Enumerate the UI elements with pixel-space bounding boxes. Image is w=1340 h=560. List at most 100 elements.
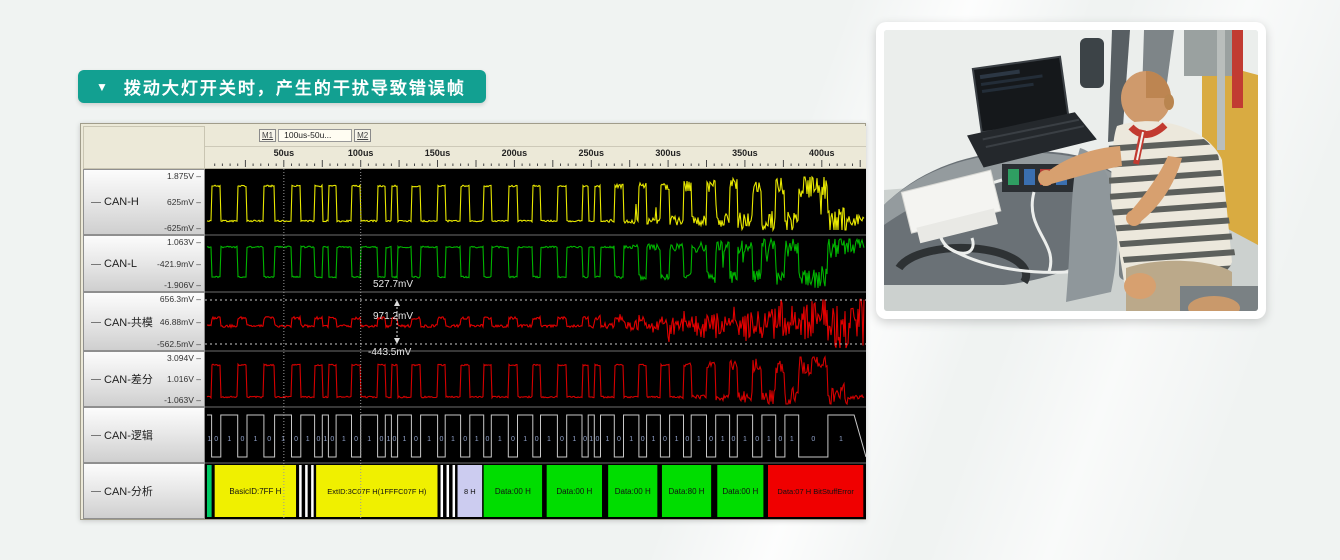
frame-field-label: Data:00 H [722, 487, 758, 496]
channel-row-0[interactable]: CAN-H1.875V –625mV –-625mV – [83, 169, 205, 235]
voltage-label: -1.063V – [164, 395, 201, 405]
logic-bit-label: 0 [685, 436, 689, 443]
logic-bit-label: 0 [755, 436, 759, 443]
channel-name: CAN-L [104, 258, 137, 270]
channel-name: CAN-差分 [104, 371, 153, 387]
logic-bit-label: 1 [403, 436, 407, 443]
logic-bit-label: 0 [583, 436, 587, 443]
channel-name: CAN-逻辑 [104, 427, 153, 443]
logic-bit-label: 1 [498, 436, 502, 443]
logic-bit-label: 0 [463, 436, 467, 443]
marker-m2-button[interactable]: M2 [354, 129, 371, 142]
logic-bit-label: 1 [697, 436, 701, 443]
channel-row-5[interactable]: CAN-分析 [83, 463, 205, 519]
logic-bit-label: 1 [427, 436, 431, 443]
voltage-label: 625mV – [167, 197, 201, 207]
stuff-bit-stripe [447, 465, 450, 517]
channel-row-3[interactable]: CAN-差分3.094V –1.016V –-1.063V – [83, 351, 205, 407]
logic-bit-label: 1 [306, 436, 310, 443]
logic-bit-label: 1 [721, 436, 725, 443]
logic-bit-label: 1 [652, 436, 656, 443]
logic-bit-label: 0 [294, 436, 298, 443]
logic-bit-label: 0 [663, 436, 667, 443]
cursor-range-display[interactable]: 100us-50u... [278, 129, 352, 142]
ruler-label: 350us [732, 148, 758, 158]
channel-rows-container: CAN-H1.875V –625mV –-625mV –CAN-L1.063V … [83, 169, 205, 519]
waveform-canvas: 1010101010101010101010101010101010101010… [205, 169, 866, 519]
logic-bit-label: 1 [743, 436, 747, 443]
logic-bit-label: 1 [207, 436, 211, 443]
arrow-down-icon [394, 338, 400, 344]
marker-m1-button[interactable]: M1 [259, 129, 276, 142]
frame-field-label: Data:80 H [669, 487, 705, 496]
rear-view-mirror [1080, 38, 1104, 88]
waveform-plot[interactable]: 1010101010101010101010101010101010101010… [205, 169, 866, 519]
logic-bit-label: 1 [367, 436, 371, 443]
voltage-label: -1.906V – [164, 280, 201, 290]
frame-field-label: Data:07 H BitStuffError [777, 487, 854, 496]
ruler-label: 400us [809, 148, 835, 158]
photo-engineer-in-truck-cab [876, 22, 1266, 319]
ruler-label: 250us [578, 148, 604, 158]
can-cm-waveform [207, 299, 864, 348]
channel-row-2[interactable]: CAN-共模656.3mV –46.88mV –-562.5mV – [83, 292, 205, 351]
logic-bit-label: 1 [523, 436, 527, 443]
logic-bit-label: 0 [330, 436, 334, 443]
can-l-waveform [207, 239, 864, 288]
cursor-delta-value: 971.2mV [373, 311, 413, 322]
can-h-waveform [207, 177, 864, 230]
arrow-up-icon [394, 300, 400, 306]
logic-bit-label: 0 [393, 436, 397, 443]
logic-bit-label: 1 [475, 436, 479, 443]
logic-bit-label: 0 [731, 436, 735, 443]
logic-bit-label: 0 [595, 436, 599, 443]
caption-text: 拨动大灯开关时，产生的干扰导致错误帧 [124, 74, 466, 99]
logic-bit-label: 1 [790, 436, 794, 443]
logic-bit-label: 1 [323, 436, 327, 443]
logic-bit-label: 0 [240, 436, 244, 443]
stuff-bit-stripe [299, 465, 302, 517]
channel-row-1[interactable]: CAN-L1.063V –-421.9mV –-1.906V – [83, 235, 205, 292]
time-ruler[interactable]: 50us100us150us200us250us300us350us400us [205, 147, 866, 169]
logic-bit-label: 0 [439, 436, 443, 443]
cursor-toolbar: M1 100us-50u... M2 [205, 126, 866, 147]
logic-bit-label: 1 [629, 436, 633, 443]
logic-bit-label: 0 [641, 436, 645, 443]
ruler-label: 300us [655, 148, 681, 158]
logic-bit-label: 1 [767, 436, 771, 443]
frame-field-block[interactable] [207, 465, 212, 517]
channel-name: CAN-共模 [104, 314, 153, 330]
logic-bit-label: 0 [617, 436, 621, 443]
logic-bit-label: 1 [839, 436, 843, 443]
logic-bit-label: 1 [281, 436, 285, 443]
channel-label-column: CAN-H1.875V –625mV –-625mV –CAN-L1.063V … [83, 126, 205, 519]
cursor-toolbar-group: M1 100us-50u... M2 [259, 129, 371, 142]
ruler-label: 50us [274, 148, 295, 158]
logic-bit-label: 0 [535, 436, 539, 443]
voltage-label: 1.875V – [167, 171, 201, 181]
can-diff-waveform [207, 357, 864, 404]
logic-bit-label: 0 [214, 436, 218, 443]
channel-name: CAN-分析 [104, 483, 153, 499]
logic-bit-label: 1 [605, 436, 609, 443]
logic-bit-label: 1 [675, 436, 679, 443]
cursor-lower-value: -443.5mV [368, 347, 411, 358]
channel-name: CAN-H [104, 196, 139, 208]
logic-bit-label: 1 [227, 436, 231, 443]
cab-photo-scene [884, 30, 1258, 311]
stuff-bit-stripe [305, 465, 308, 517]
ruler-ticks [205, 147, 866, 168]
logic-bit-label: 1 [589, 436, 593, 443]
cursor-upper-value: 527.7mV [373, 279, 413, 290]
logic-bit-label: 1 [547, 436, 551, 443]
channel-row-4[interactable]: CAN-逻辑 [83, 407, 205, 463]
ruler-label: 200us [502, 148, 528, 158]
triangle-down-icon: ▼ [96, 81, 108, 93]
logic-bit-label: 1 [342, 436, 346, 443]
can-analyzer-window: CAN-H1.875V –625mV –-625mV –CAN-L1.063V … [80, 123, 866, 520]
frame-field-label: Data:00 H [495, 487, 531, 496]
logic-bit-label: 0 [811, 436, 815, 443]
can-analysis-row: BasicID:7FF HExtID:3C07F H(1FFFC07F H)8 … [207, 465, 863, 517]
logic-bit-label: 1 [253, 436, 257, 443]
voltage-label: -562.5mV – [157, 339, 201, 349]
